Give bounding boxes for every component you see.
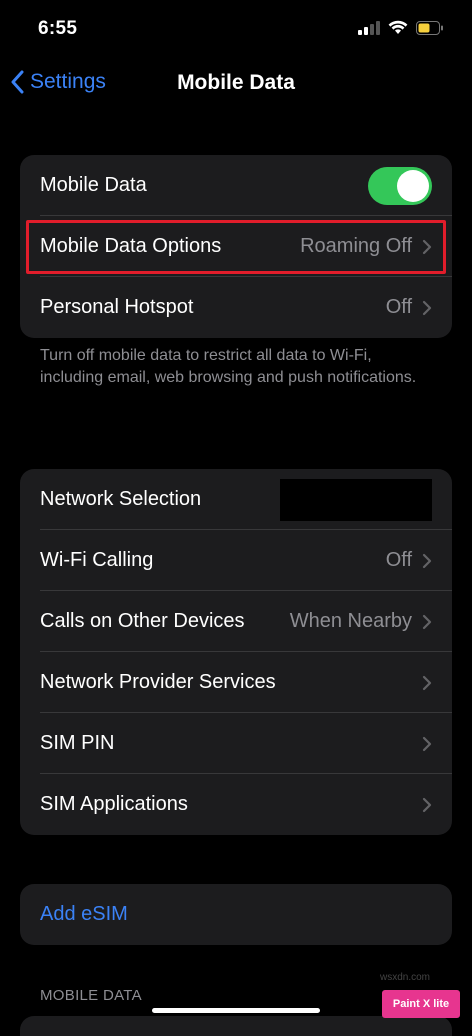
chevron-right-icon <box>422 553 432 568</box>
calls-other-devices-value: When Nearby <box>289 610 412 632</box>
mobile-data-toggle[interactable] <box>368 166 432 205</box>
chevron-right-icon <box>422 675 432 690</box>
wifi-calling-value: Off <box>385 549 412 571</box>
sim-applications-label: SIM Applications <box>40 793 188 815</box>
toggle-knob <box>397 169 429 202</box>
page-title: Mobile Data <box>177 71 295 94</box>
network-selection-row[interactable]: Network Selection <box>20 469 452 530</box>
personal-hotspot-value: Off <box>385 296 412 318</box>
sim-pin-label: SIM PIN <box>40 732 115 754</box>
navigation-bar: Settings Mobile Data <box>0 62 472 106</box>
network-selection-label: Network Selection <box>40 488 202 510</box>
home-indicator[interactable] <box>152 1008 320 1013</box>
personal-hotspot-label: Personal Hotspot <box>40 296 194 318</box>
personal-hotspot-row[interactable]: Personal Hotspot Off <box>20 277 452 338</box>
mobile-data-row: Mobile Data <box>20 155 452 216</box>
cellular-signal-icon <box>358 20 380 35</box>
battery-icon <box>416 20 443 35</box>
section-header-mobile-data: MOBILE DATA <box>40 987 142 1004</box>
network-provider-services-row[interactable]: Network Provider Services <box>20 652 452 713</box>
status-time: 6:55 <box>38 18 78 39</box>
network-group: Network Selection Wi-Fi Calling Off Call… <box>20 469 452 835</box>
mobile-data-footnote: Turn off mobile data to restrict all dat… <box>40 347 417 386</box>
redacted-value <box>280 478 432 521</box>
add-esim-label: Add eSIM <box>40 903 128 925</box>
chevron-right-icon <box>422 239 432 254</box>
sim-pin-row[interactable]: SIM PIN <box>20 713 452 774</box>
chevron-right-icon <box>422 300 432 315</box>
wifi-calling-label: Wi-Fi Calling <box>40 549 154 571</box>
chevron-right-icon <box>422 797 432 812</box>
sim-applications-row[interactable]: SIM Applications <box>20 774 452 835</box>
mobile-data-label: Mobile Data <box>40 174 147 196</box>
network-provider-services-label: Network Provider Services <box>40 671 276 693</box>
add-esim-row[interactable]: Add eSIM <box>20 884 452 945</box>
status-icons <box>358 20 444 35</box>
mobile-data-options-row[interactable]: Mobile Data Options Roaming Off <box>20 216 452 277</box>
watermark-site: wsxdn.com <box>380 972 431 983</box>
watermark-badge: Paint X lite <box>382 990 460 1018</box>
esim-group: Add eSIM <box>20 884 452 945</box>
chevron-right-icon <box>422 736 432 751</box>
mobile-data-options-label: Mobile Data Options <box>40 235 222 257</box>
calls-other-devices-row[interactable]: Calls on Other Devices When Nearby <box>20 591 452 652</box>
wifi-calling-row[interactable]: Wi-Fi Calling Off <box>20 530 452 591</box>
wifi-icon <box>388 20 408 34</box>
status-bar: 6:55 <box>0 0 472 58</box>
next-group-peek <box>20 1016 452 1036</box>
calls-other-devices-label: Calls on Other Devices <box>40 610 245 632</box>
mobile-data-group: Mobile Data Mobile Data Options Roaming … <box>20 155 452 338</box>
chevron-right-icon <box>422 614 432 629</box>
mobile-data-options-value: Roaming Off <box>300 235 412 257</box>
